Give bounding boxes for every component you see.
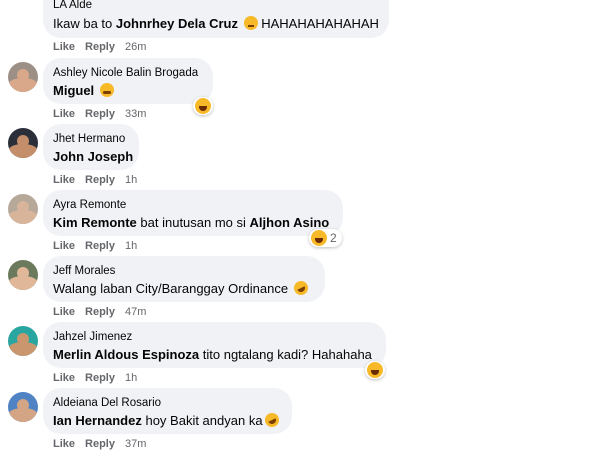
comment-author[interactable]: Ayra Remonte [53,199,126,211]
like-button[interactable]: Like [53,372,75,384]
reply-button[interactable]: Reply [85,438,115,450]
mention-link[interactable]: Merlin Aldous Espinoza [53,347,199,362]
avatar-body [8,78,38,92]
comment-timestamp[interactable]: 1h [125,174,137,186]
comment-text-part: bat inutusan mo si [136,215,250,230]
avatar-body [8,408,38,422]
mention-link[interactable]: Kim Remonte [53,215,137,230]
like-button[interactable]: Like [53,41,75,53]
avatar-body [8,210,38,224]
like-button[interactable]: Like [53,240,75,252]
reply-button[interactable]: Reply [85,372,115,384]
comment-text: Walang laban City/Baranggay Ordinance [53,278,311,298]
comment-text-part: Walang laban City/Baranggay Ordinance [53,281,292,296]
reaction-summary[interactable]: 2 [309,229,342,247]
haha-reaction-icon [367,362,383,378]
comment-text: Miguel [53,83,114,98]
reaction-count: 2 [330,231,337,245]
comment-text-part: Ikaw ba to [53,16,116,31]
comment-bubble: LA Alde Ikaw ba to Johnrhey Dela Cruz HAH… [43,0,389,38]
comment-actions: Like Reply 26m [53,41,156,53]
comment-timestamp[interactable]: 33m [125,108,146,120]
comment-timestamp[interactable]: 47m [125,306,146,318]
comment-actions: Like Reply 1h [53,240,147,252]
comment-timestamp[interactable]: 1h [125,372,137,384]
comment-bubble: Ashley Nicole Balin Brogada Miguel [43,58,213,104]
comment-author[interactable]: LA Alde [53,0,92,11]
reaction-summary[interactable] [365,361,385,379]
avatar-body [8,276,38,290]
mention-link[interactable]: John Joseph [53,149,133,164]
comment-actions: Like Reply 37m [53,438,156,450]
haha-reaction-icon [311,230,327,246]
comment-actions: Like Reply 33m [53,108,156,120]
mention-link[interactable]: Aljhon Asino [250,215,330,230]
comment-text: Ian Hernandez hoy Bakit andyan ka [53,410,281,430]
comment-bubble: Jeff Morales Walang laban City/Baranggay … [43,256,325,302]
reply-button[interactable]: Reply [85,108,115,120]
comment-author[interactable]: Jhet Hermano [53,133,125,145]
comment-author[interactable]: Jeff Morales [53,265,115,277]
comment-text: Kim Remonte bat inutusan mo si Aljhon As… [53,215,329,230]
comment-actions: Like Reply 1h [53,372,147,384]
reply-button[interactable]: Reply [85,174,115,186]
comment-text: Ikaw ba to Johnrhey Dela Cruz HAHAHAHAHA… [53,16,379,31]
comment-bubble: Jhet Hermano John Joseph [43,124,139,170]
avatar-body [8,342,38,356]
avatar[interactable] [8,260,38,290]
rofl-icon [262,410,281,430]
reply-button[interactable]: Reply [85,240,115,252]
mention-link[interactable]: Miguel [53,83,94,98]
mention-link[interactable]: Johnrhey Dela Cruz [116,16,238,31]
avatar[interactable] [8,194,38,224]
comment-actions: Like Reply 47m [53,306,156,318]
avatar[interactable] [8,128,38,158]
crying-icon [99,83,114,97]
like-button[interactable]: Like [53,306,75,318]
comment-actions: Like Reply 1h [53,174,147,186]
comment-bubble: Aldeiana Del Rosario Ian Hernandez hoy Ba… [43,388,292,434]
comment-author[interactable]: Ashley Nicole Balin Brogada [53,67,198,79]
comment-bubble: Ayra Remonte Kim Remonte bat inutusan mo … [43,190,343,236]
comment-text: Merlin Aldous Espinoza tito ngtalang kad… [53,347,372,362]
comment-text-part: hoy Bakit andyan ka [141,413,263,428]
avatar[interactable] [8,62,38,92]
rofl-icon [291,278,311,298]
avatar-body [8,144,38,158]
like-button[interactable]: Like [53,438,75,450]
comment-timestamp[interactable]: 1h [125,240,137,252]
reaction-summary[interactable] [193,97,213,115]
like-button[interactable]: Like [53,174,75,186]
comment-author[interactable]: Jahzel Jimenez [53,331,132,343]
reply-button[interactable]: Reply [85,306,115,318]
like-button[interactable]: Like [53,108,75,120]
comment-text: John Joseph [53,149,133,164]
thinking-icon [243,16,258,30]
reply-button[interactable]: Reply [85,41,115,53]
mention-link[interactable]: Ian Hernandez [53,413,142,428]
comment-text-part: tito ngtalang kadi? Hahahaha [199,347,372,362]
comment-timestamp[interactable]: 26m [125,41,146,53]
comment-bubble: Jahzel Jimenez Merlin Aldous Espinoza tit… [43,322,386,368]
comment-author[interactable]: Aldeiana Del Rosario [53,397,161,409]
avatar[interactable] [8,392,38,422]
haha-reaction-icon [195,98,211,114]
comment-text-part [94,83,98,98]
avatar[interactable] [8,326,38,356]
comment-text-part [238,16,242,31]
comment-timestamp[interactable]: 37m [125,438,146,450]
comment-text-part: HAHAHAHAHAHAH [257,16,379,31]
